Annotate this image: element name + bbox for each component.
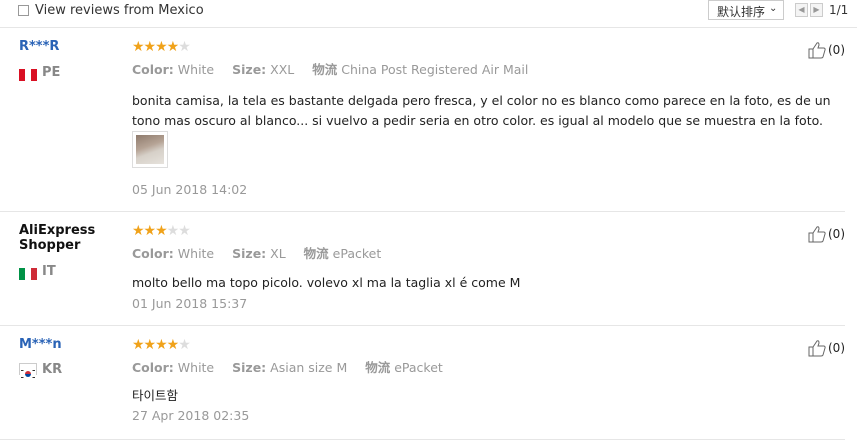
reviewer-name[interactable]: M***n	[19, 337, 62, 352]
color-label: Color:	[132, 246, 174, 261]
color-label: Color:	[132, 360, 174, 375]
reviewer-country: KR	[42, 362, 63, 377]
thumbs-up-icon	[808, 339, 826, 357]
reviewer-name: AliExpress Shopper	[19, 223, 96, 253]
color-value: White	[177, 246, 215, 261]
helpful-button[interactable]: (0)	[808, 339, 845, 357]
shipping-label: 物流	[312, 62, 338, 77]
review-text: molto bello ma topo picolo. volevo xl ma…	[132, 275, 521, 290]
review-text: bonita camisa, la tela es bastante delga…	[132, 93, 831, 128]
reviewer-name[interactable]: R***R	[19, 39, 59, 54]
shipping-value: China Post Registered Air Mail	[341, 62, 529, 77]
shipping-value: ePacket	[332, 246, 382, 261]
size-label: Size:	[232, 62, 267, 77]
size-value: XL	[270, 246, 286, 261]
color-value: White	[177, 62, 215, 77]
reviewer-country: PE	[42, 65, 61, 80]
star-rating: ★★★★★	[132, 39, 191, 55]
helpful-button[interactable]: (0)	[808, 41, 845, 59]
shipping-label: 物流	[365, 360, 391, 375]
next-page-button[interactable]: ▶	[810, 3, 823, 17]
reviewer-country: IT	[42, 264, 56, 279]
chevron-down-icon: ⌄	[769, 3, 778, 14]
shipping-value: ePacket	[394, 360, 443, 375]
review-item: R***R PE ★★★★★ Color: White Size: XXL 物流…	[0, 28, 845, 212]
size-label: Size:	[232, 246, 267, 261]
helpful-button[interactable]: (0)	[808, 225, 845, 243]
korea-flag-icon	[19, 363, 37, 379]
star-rating: ★★★★★	[132, 337, 191, 353]
peru-flag-icon	[19, 66, 37, 81]
sort-label: 默认排序	[717, 5, 766, 19]
order-info: Color: White Size: Asian size M 物流 ePack…	[132, 357, 443, 376]
review-item: M***n KR ★★★★★ Color: White Size: Asian …	[0, 326, 845, 440]
helpful-count: (0)	[828, 341, 845, 355]
shipping-label: 物流	[303, 246, 329, 261]
color-label: Color:	[132, 62, 174, 77]
order-info: Color: White Size: XXL 物流 China Post Reg…	[132, 59, 528, 78]
order-info: Color: White Size: XL 物流 ePacket	[132, 243, 381, 262]
prev-page-button[interactable]: ◀	[795, 3, 808, 17]
sort-dropdown[interactable]: 默认排序 ⌄	[708, 0, 784, 20]
review-text: 타이트함	[132, 388, 179, 403]
color-value: White	[177, 360, 215, 375]
size-value: Asian size M	[270, 360, 348, 375]
page-count: 1/1	[829, 3, 849, 17]
helpful-count: (0)	[828, 43, 845, 57]
helpful-count: (0)	[828, 227, 845, 241]
mexico-filter-checkbox[interactable]	[18, 5, 29, 16]
size-label: Size:	[232, 360, 267, 375]
thumbs-up-icon	[808, 225, 826, 243]
reviews-toolbar: View reviews from Mexico 默认排序 ⌄ ◀ ▶ 1/1	[0, 0, 857, 28]
review-photo-thumbnail[interactable]	[132, 131, 168, 168]
review-date: 27 Apr 2018 02:35	[132, 408, 250, 423]
thumbs-up-icon	[808, 41, 826, 59]
review-date: 01 Jun 2018 15:37	[132, 296, 248, 311]
star-rating: ★★★★★	[132, 223, 191, 239]
mexico-filter-label[interactable]: View reviews from Mexico	[35, 3, 204, 18]
review-date: 05 Jun 2018 14:02	[132, 182, 248, 197]
review-item: AliExpress Shopper IT ★★★★★ Color: White…	[0, 212, 845, 326]
size-value: XXL	[270, 62, 295, 77]
italy-flag-icon	[19, 265, 37, 280]
